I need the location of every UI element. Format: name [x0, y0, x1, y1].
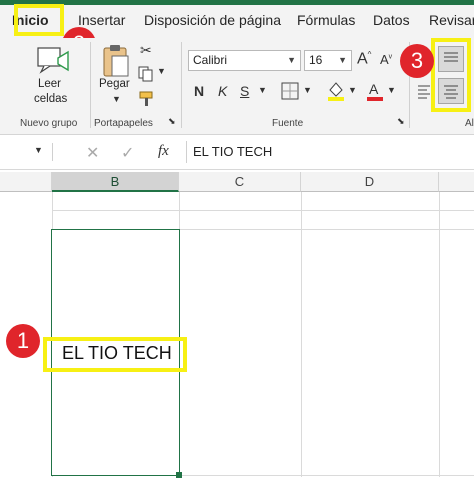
clipboard-launcher-icon[interactable]: ⬊ [168, 116, 176, 127]
tab-disposicion[interactable]: Disposición de página [144, 12, 281, 28]
fill-color-icon[interactable] [326, 80, 346, 102]
group-label-alignment: Al [465, 118, 474, 129]
grid-line [52, 210, 474, 211]
copy-icon[interactable] [138, 66, 154, 82]
paste-label[interactable]: Pegar [99, 78, 130, 90]
bold-button[interactable]: N [194, 83, 204, 99]
step-badge-1: 1 [6, 324, 40, 358]
grid-line [179, 475, 474, 476]
align-left-icon[interactable] [417, 83, 431, 99]
group-separator [181, 42, 182, 128]
underline-dropdown-icon[interactable]: ▼ [258, 85, 267, 95]
underline-button[interactable]: S [240, 83, 249, 99]
grid-line [301, 192, 302, 477]
group-label-clipboard: Portapapeles [94, 118, 153, 129]
read-cells-icon[interactable] [36, 44, 70, 74]
formula-input[interactable]: EL TIO TECH [186, 141, 474, 163]
tab-insertar[interactable]: Insertar [78, 12, 125, 28]
highlight-inicio-tab [14, 4, 64, 36]
font-name-combo[interactable]: Calibri ▼ [188, 50, 301, 71]
cut-icon[interactable]: ✂ [140, 42, 152, 59]
column-header-b[interactable]: B [52, 172, 179, 192]
borders-icon[interactable] [281, 82, 299, 100]
group-label-font: Fuente [272, 118, 304, 129]
fill-handle[interactable] [176, 472, 182, 478]
select-all-corner[interactable] [0, 172, 52, 192]
highlight-alignment-buttons [431, 38, 471, 112]
column-header-d[interactable]: D [301, 172, 439, 192]
grid-line [439, 192, 440, 477]
formula-bar-separator [52, 143, 53, 161]
group-label-new-group: Nuevo grupo [20, 118, 78, 129]
name-box-dropdown-icon[interactable]: ▼ [34, 145, 43, 155]
copy-dropdown-icon[interactable]: ▼ [157, 66, 166, 76]
step-badge-3: 3 [400, 44, 434, 78]
fx-icon[interactable]: fx [158, 143, 169, 160]
font-name-value: Calibri [193, 53, 228, 67]
confirm-icon[interactable]: ✓ [121, 143, 134, 163]
read-cells-label-1: Leer [38, 78, 62, 90]
font-color-dropdown-icon[interactable]: ▼ [387, 85, 396, 95]
tab-datos[interactable]: Datos [373, 12, 410, 28]
read-cells-label-2: celdas [34, 93, 68, 105]
tab-revisar[interactable]: Revisar [429, 12, 474, 28]
font-launcher-icon[interactable]: ⬊ [397, 116, 405, 127]
column-header-c[interactable]: C [179, 172, 301, 192]
cancel-icon[interactable]: ✕ [86, 143, 99, 163]
chevron-down-icon: ▼ [287, 55, 296, 65]
format-painter-icon[interactable] [138, 90, 156, 108]
italic-button[interactable]: K [218, 83, 227, 99]
cell-text: EL TIO TECH [62, 343, 172, 363]
borders-dropdown-icon[interactable]: ▼ [303, 85, 312, 95]
column-header-e[interactable] [439, 172, 474, 192]
svg-text:A: A [369, 81, 379, 97]
paste-dropdown-icon[interactable]: ▼ [112, 94, 121, 104]
paste-icon[interactable] [100, 42, 132, 78]
increase-font-icon[interactable]: A^ [357, 50, 371, 68]
fill-color-dropdown-icon[interactable]: ▼ [348, 85, 357, 95]
tab-formulas[interactable]: Fórmulas [297, 12, 355, 28]
font-size-combo[interactable]: 16 ▼ [304, 50, 352, 71]
group-separator [90, 42, 91, 128]
font-size-value: 16 [309, 53, 323, 67]
chevron-down-icon: ▼ [338, 55, 347, 65]
font-color-icon[interactable]: A [365, 80, 385, 102]
formula-bar: ▼ ✕ ✓ fx EL TIO TECH [0, 135, 474, 170]
decrease-font-icon[interactable]: Av [380, 52, 392, 67]
